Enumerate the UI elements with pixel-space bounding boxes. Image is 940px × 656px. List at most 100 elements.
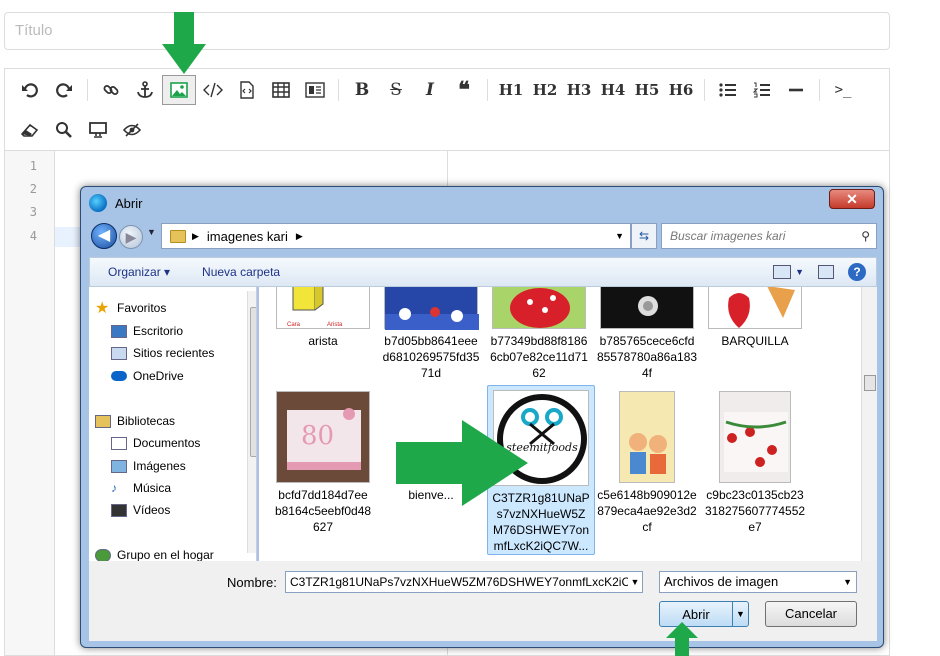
- preview-pane-icon[interactable]: [818, 265, 834, 279]
- h4-button[interactable]: H4: [596, 75, 630, 105]
- monitor-icon[interactable]: [81, 115, 115, 145]
- file-name: b77349bd88f8186 6cb07e82ce11d71 62: [490, 334, 588, 380]
- library-icon: [95, 414, 111, 428]
- forward-button[interactable]: ▶: [119, 225, 143, 249]
- file-item[interactable]: 80 bcfd7dd184d7ee b8164c5eebf0d48 627: [269, 391, 377, 535]
- document-icon: [111, 436, 127, 450]
- address-bar[interactable]: ▶ imagenes kari ▶ ▼: [161, 223, 631, 249]
- nav-libraries[interactable]: Bibliotecas: [95, 412, 175, 430]
- file-name-input[interactable]: C3TZR1g81UNaPs7vzNXHueW5ZM76DSHWEY7onmfL…: [285, 571, 643, 593]
- code-file-icon[interactable]: [230, 75, 264, 105]
- green-arrow-down-icon: [162, 12, 206, 74]
- dialog-title-bar: Abrir: [89, 193, 142, 213]
- file-type-select[interactable]: Archivos de imagen ▼: [659, 571, 857, 593]
- nav-favorites[interactable]: ★ Favoritos: [95, 299, 166, 317]
- file-item[interactable]: BARQUILLA: [701, 287, 809, 349]
- navigation-row: ◀ ▶ ▼ ▶ imagenes kari ▶ ▼ ⇆ Buscar image…: [89, 221, 877, 251]
- bullet-list-icon[interactable]: [711, 75, 745, 105]
- title-input[interactable]: Título: [4, 12, 890, 50]
- address-dropdown-icon[interactable]: ▼: [615, 231, 624, 241]
- file-item[interactable]: c9bc23c0135cb23 318275607774552 e7: [701, 391, 809, 535]
- file-item[interactable]: b785765cece6cfd 85578780a86a183 4f: [593, 287, 701, 381]
- anchor-icon[interactable]: [128, 75, 162, 105]
- nav-desktop[interactable]: Escritorio: [111, 322, 183, 340]
- terminal-icon[interactable]: >_: [826, 75, 860, 105]
- nav-images[interactable]: Imágenes: [111, 457, 186, 475]
- scroll-thumb[interactable]: [864, 375, 876, 391]
- horizontal-rule-icon[interactable]: [779, 75, 813, 105]
- code-icon[interactable]: [196, 75, 230, 105]
- open-dropdown-icon[interactable]: ▼: [732, 602, 748, 626]
- nav-homegroup[interactable]: Grupo en el hogar: [95, 546, 214, 561]
- h1-button[interactable]: H1: [494, 75, 528, 105]
- eraser-icon[interactable]: [13, 115, 47, 145]
- file-name: b785765cece6cfd 85578780a86a183 4f: [596, 334, 698, 380]
- view-dropdown-icon[interactable]: ▼: [795, 267, 804, 277]
- ordered-list-icon[interactable]: [745, 75, 779, 105]
- search-placeholder: Buscar imagenes kari: [670, 229, 786, 243]
- h5-button[interactable]: H5: [630, 75, 664, 105]
- nav-music[interactable]: ♪ Música: [111, 479, 171, 497]
- chevron-down-icon[interactable]: ▼: [628, 572, 642, 592]
- toolbar-row-2: [13, 115, 149, 145]
- h6-button[interactable]: H6: [664, 75, 698, 105]
- h2-button[interactable]: H2: [528, 75, 562, 105]
- line-gutter: 1 2 3 4: [5, 151, 55, 655]
- table-icon[interactable]: [264, 75, 298, 105]
- command-bar: Organizar ▾ Nueva carpeta ▼ ?: [89, 257, 877, 287]
- undo-button[interactable]: [13, 75, 47, 105]
- new-folder-button[interactable]: Nueva carpeta: [202, 265, 280, 279]
- file-name: bcfd7dd184d7ee b8164c5eebf0d48 627: [274, 488, 372, 534]
- help-icon[interactable]: ?: [848, 263, 866, 281]
- dialog-footer: Nombre: C3TZR1g81UNaPs7vzNXHueW5ZM76DSHW…: [89, 561, 877, 641]
- history-dropdown-icon[interactable]: ▼: [147, 227, 156, 237]
- file-item[interactable]: c5e6148b909012e 879eca4ae92e3d2 cf: [593, 391, 701, 535]
- open-file-dialog: Abrir ✕ ◀ ▶ ▼ ▶ imagenes kari ▶ ▼ ⇆ Busc…: [80, 186, 884, 648]
- back-button[interactable]: ◀: [91, 223, 117, 249]
- search-icon[interactable]: [47, 115, 81, 145]
- file-item[interactable]: Cara Arista arista: [269, 287, 377, 349]
- eye-off-icon[interactable]: [115, 115, 149, 145]
- file-item[interactable]: b7d05bb8641eee d6810269575fd35 71d: [377, 287, 485, 381]
- quote-button[interactable]: ❝: [447, 75, 481, 105]
- file-name: b7d05bb8641eee d6810269575fd35 71d: [382, 334, 480, 380]
- green-arrow-up-icon: [666, 622, 698, 656]
- close-button[interactable]: ✕: [829, 189, 875, 209]
- chevron-right-icon: ▶: [295, 230, 303, 241]
- italic-button[interactable]: I: [413, 75, 447, 105]
- nav-onedrive[interactable]: OneDrive: [111, 367, 184, 385]
- strike-button[interactable]: S: [379, 75, 413, 105]
- h3-button[interactable]: H3: [562, 75, 596, 105]
- breadcrumb-folder[interactable]: imagenes kari: [207, 229, 288, 244]
- toolbar-row-1: B S I ❝ H1 H2 H3 H4 H5 H6 >_: [13, 75, 860, 105]
- file-thumbnail: Cara Arista: [276, 287, 370, 329]
- bold-button[interactable]: B: [345, 75, 379, 105]
- link-icon[interactable]: [94, 75, 128, 105]
- file-item[interactable]: b77349bd88f8186 6cb07e82ce11d71 62: [485, 287, 593, 381]
- html-block-icon[interactable]: [298, 75, 332, 105]
- nav-recent[interactable]: Sitios recientes: [111, 344, 214, 362]
- images-icon: [111, 459, 127, 473]
- file-thumbnail: [619, 391, 675, 483]
- search-input[interactable]: Buscar imagenes kari ⚲: [661, 223, 877, 249]
- refresh-button[interactable]: ⇆: [631, 223, 657, 249]
- nav-documents[interactable]: Documentos: [111, 434, 200, 452]
- line-number: 1: [29, 159, 37, 173]
- file-scrollbar[interactable]: [861, 287, 877, 561]
- navigation-pane: ★ Favoritos Escritorio Sitios recientes O…: [89, 287, 257, 561]
- nav-scrollbar[interactable]: [247, 291, 256, 553]
- line-number: 3: [29, 205, 37, 219]
- image-icon[interactable]: [162, 75, 196, 105]
- nav-videos[interactable]: Vídeos: [111, 501, 170, 519]
- organize-button[interactable]: Organizar ▾: [108, 265, 170, 279]
- view-options-icon[interactable]: [773, 265, 792, 279]
- cancel-button[interactable]: Cancelar: [765, 601, 857, 627]
- redo-button[interactable]: [47, 75, 81, 105]
- star-icon: ★: [95, 300, 110, 317]
- desktop-icon: [111, 324, 127, 338]
- screen: Título B S I ❝ H1 H2 H3 H4 H5 H6 >_ 1 2 …: [0, 0, 940, 656]
- file-name: arista: [308, 334, 338, 348]
- search-icon: ⚲: [861, 229, 870, 243]
- scroll-thumb[interactable]: [250, 307, 256, 457]
- file-name: BARQUILLA: [721, 334, 789, 348]
